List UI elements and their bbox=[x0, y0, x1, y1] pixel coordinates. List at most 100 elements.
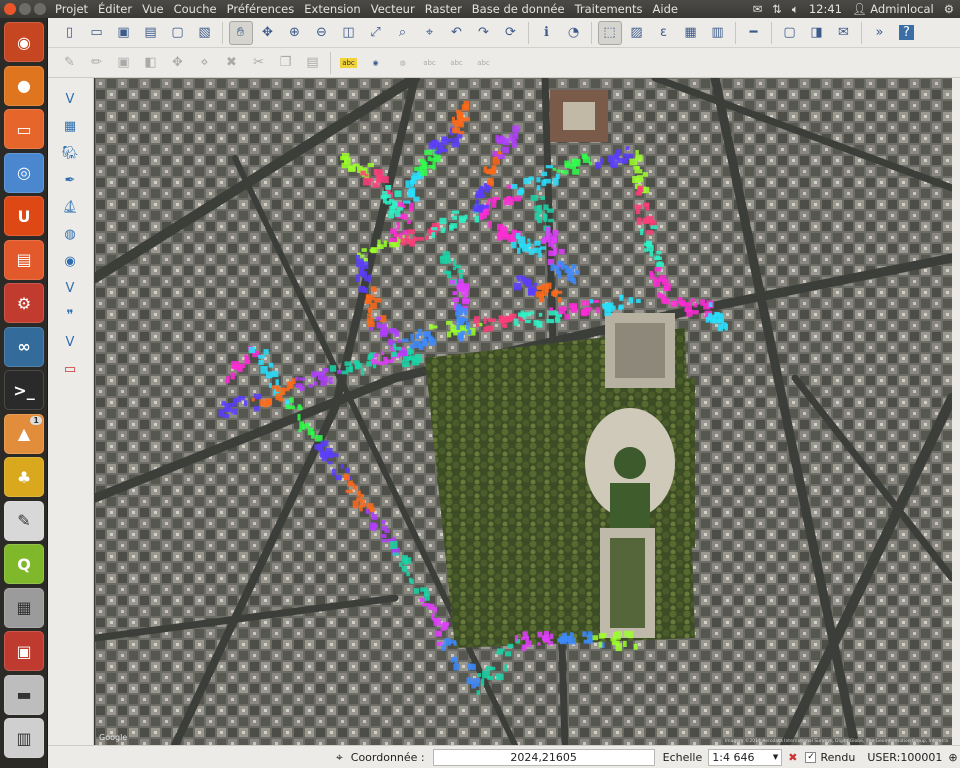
move-label-button[interactable]: abc bbox=[418, 51, 442, 75]
cut-features-button[interactable]: ✂ bbox=[247, 51, 271, 75]
launcher-pgadmin[interactable]: ∞ bbox=[4, 326, 44, 367]
more-button[interactable]: » bbox=[868, 21, 892, 45]
help-button[interactable]: ? bbox=[895, 21, 919, 45]
menu-raster[interactable]: Raster bbox=[420, 2, 467, 16]
rotate-label-button[interactable]: abc bbox=[445, 51, 469, 75]
change-label-button[interactable]: abc bbox=[472, 51, 496, 75]
launcher-calculator[interactable]: ▦ bbox=[4, 587, 44, 628]
add-wms-layer-button[interactable]: ◍ bbox=[58, 223, 82, 245]
menu-couche[interactable]: Couche bbox=[169, 2, 222, 16]
deselect-button[interactable]: ▨ bbox=[625, 21, 649, 45]
zoom-in-button[interactable]: ⊕ bbox=[283, 21, 307, 45]
label-toolbar-button[interactable]: abc bbox=[337, 51, 361, 75]
launcher-workspace-switcher[interactable]: ▣ bbox=[4, 631, 44, 671]
menu-vecteur[interactable]: Vecteur bbox=[366, 2, 420, 16]
zoom-to-layer-button[interactable]: ⌖ bbox=[418, 21, 442, 45]
menu-basededonne[interactable]: Base de donnée bbox=[467, 2, 570, 16]
mail-icon[interactable]: ✉ bbox=[753, 2, 763, 16]
identify-button[interactable]: ℹ bbox=[535, 21, 559, 45]
save-edits-button[interactable]: ▣ bbox=[112, 51, 136, 75]
scale-combo[interactable]: 1:4 646 ▼ bbox=[708, 748, 783, 766]
new-print-composer-button[interactable]: ▢ bbox=[166, 21, 190, 45]
save-project-button[interactable]: ▣ bbox=[112, 21, 136, 45]
menu-aide[interactable]: Aide bbox=[648, 2, 683, 16]
attribute-table-button[interactable]: ▦ bbox=[679, 21, 703, 45]
text-annotation-button[interactable]: ✉ bbox=[832, 21, 856, 45]
launcher-files[interactable]: ▭ bbox=[4, 109, 44, 149]
add-feature-button[interactable]: ◧ bbox=[139, 51, 163, 75]
measure-line-button[interactable]: ━ bbox=[742, 21, 766, 45]
minimize-window-button[interactable] bbox=[19, 3, 31, 15]
delete-selected-button[interactable]: ✖ bbox=[220, 51, 244, 75]
zoom-full-button[interactable]: ⤢ bbox=[364, 21, 388, 45]
launcher-trash[interactable]: ▥ bbox=[4, 718, 44, 758]
menu-traitements[interactable]: Traitements bbox=[570, 2, 648, 16]
refresh-button[interactable]: ⟳ bbox=[499, 21, 523, 45]
launcher-terminal[interactable]: >_ bbox=[4, 370, 44, 410]
zoom-to-selection-button[interactable]: ⌕ bbox=[391, 21, 415, 45]
measure-button[interactable]: ◔ bbox=[562, 21, 586, 45]
add-vector-layer-button[interactable]: V bbox=[58, 88, 82, 110]
new-bookmark-button[interactable]: ◨ bbox=[805, 21, 829, 45]
show-hide-labels-button[interactable]: ◍ bbox=[391, 51, 415, 75]
menu-prfrences[interactable]: Préférences bbox=[222, 2, 300, 16]
launcher-transmission[interactable]: ♣ bbox=[4, 457, 44, 497]
add-spatialite-layer-button[interactable]: ✒ bbox=[58, 169, 82, 191]
launcher-update-manager[interactable]: ▲ 1 bbox=[4, 413, 44, 454]
add-wfs-layer-button[interactable]: V bbox=[58, 277, 82, 299]
map-canvas[interactable]: Google Imagery ©2014 Aerodata Internatio… bbox=[95, 78, 952, 745]
select-features-button[interactable]: ⬚ bbox=[597, 20, 622, 45]
menu-vue[interactable]: Vue bbox=[137, 2, 168, 16]
stop-render-icon[interactable]: ✖ bbox=[788, 751, 797, 764]
new-project-button[interactable]: ▯ bbox=[58, 21, 82, 45]
menu-diter[interactable]: Éditer bbox=[93, 2, 137, 16]
move-feature-button[interactable]: ✥ bbox=[166, 51, 190, 75]
launcher-dash-home[interactable]: ◉ bbox=[4, 22, 44, 62]
add-mssql-layer-button[interactable]: ⛵︎ bbox=[58, 196, 82, 218]
new-shapefile-button[interactable]: V bbox=[58, 331, 82, 353]
menu-extension[interactable]: Extension bbox=[299, 2, 365, 16]
composer-manager-button[interactable]: ▧ bbox=[193, 21, 217, 45]
zoom-next-button[interactable]: ↷ bbox=[472, 21, 496, 45]
launcher-removable-drive[interactable]: ▬ bbox=[4, 674, 44, 715]
pin-labels-button[interactable]: ◉ bbox=[364, 51, 388, 75]
zoom-native-button[interactable]: ◫ bbox=[337, 21, 361, 45]
zoom-last-button[interactable]: ↶ bbox=[445, 21, 469, 45]
volume-icon[interactable]: 🔈︎ bbox=[792, 2, 799, 17]
expression-select-button[interactable]: ε bbox=[652, 21, 676, 45]
network-icon[interactable]: ⇅ bbox=[772, 2, 782, 16]
open-project-button[interactable]: ▭ bbox=[85, 21, 109, 45]
launcher-system-settings[interactable]: ⚙ bbox=[4, 283, 44, 323]
toggle-editing-button[interactable]: ✏ bbox=[85, 51, 109, 75]
user-menu[interactable]: 👤︎ Adminlocal bbox=[852, 2, 934, 16]
clock[interactable]: 12:41 bbox=[809, 2, 842, 16]
launcher-chromium[interactable]: ◎ bbox=[4, 152, 44, 193]
add-postgis-layer-button[interactable]: 🐘︎ bbox=[58, 142, 82, 164]
field-calculator-button[interactable]: ▥ bbox=[706, 21, 730, 45]
copy-features-button[interactable]: ❐ bbox=[274, 51, 298, 75]
render-checkbox[interactable]: ✓ bbox=[805, 751, 817, 763]
launcher-software-center[interactable]: ▤ bbox=[4, 239, 44, 280]
crs-status[interactable]: USER:100001 bbox=[867, 751, 942, 764]
menu-projet[interactable]: Projet bbox=[50, 2, 93, 16]
add-delimited-text-button[interactable]: ❞ bbox=[58, 304, 82, 326]
maximize-window-button[interactable] bbox=[34, 3, 46, 15]
save-as-button[interactable]: ▤ bbox=[139, 21, 163, 45]
crs-globe-icon[interactable]: ⊕ bbox=[948, 751, 957, 764]
add-raster-layer-button[interactable]: ▦ bbox=[58, 115, 82, 137]
current-edits-button[interactable]: ✎ bbox=[58, 51, 82, 75]
launcher-firefox[interactable]: ● bbox=[4, 65, 44, 106]
coordinate-field[interactable]: 2024,21605 bbox=[432, 748, 655, 766]
launcher-qgis[interactable]: Q bbox=[4, 544, 44, 584]
remove-layer-button[interactable]: ▭ bbox=[58, 358, 82, 380]
launcher-text-editor[interactable]: ✎ bbox=[4, 500, 44, 541]
zoom-out-button[interactable]: ⊖ bbox=[310, 21, 334, 45]
node-tool-button[interactable]: ⋄ bbox=[193, 51, 217, 75]
coordinate-toggle-icon[interactable]: ⌖ bbox=[336, 750, 343, 765]
pan-to-selection-button[interactable]: ✥ bbox=[256, 21, 280, 45]
paste-features-button[interactable]: ▤ bbox=[301, 51, 325, 75]
launcher-ubuntu-one[interactable]: U bbox=[4, 196, 44, 236]
add-wcs-layer-button[interactable]: ◉ bbox=[58, 250, 82, 272]
map-tips-button[interactable]: ▢ bbox=[778, 21, 802, 45]
close-window-button[interactable] bbox=[4, 3, 16, 15]
